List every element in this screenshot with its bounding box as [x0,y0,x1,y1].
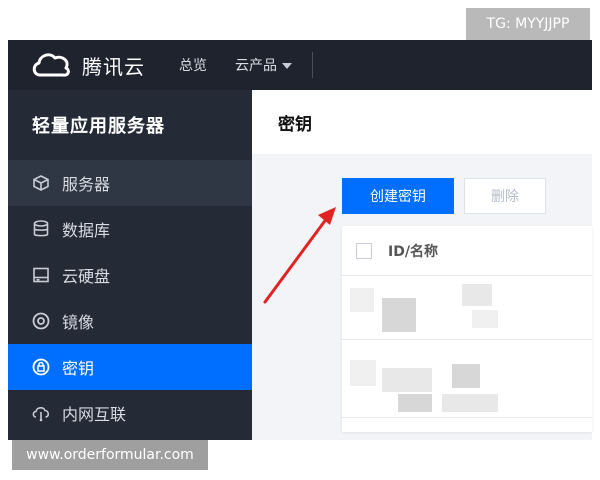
database-icon [32,220,50,238]
blurred-content [472,310,498,328]
watermark-bottom: www.orderformular.com [12,440,208,470]
cube-icon [32,174,50,192]
select-all-checkbox[interactable] [356,242,372,259]
nav-overview[interactable]: 总览 [179,55,207,75]
delete-button[interactable]: 删除 [464,178,546,214]
sidebar-item-label: 内网互联 [62,405,127,424]
table-row[interactable] [342,354,592,418]
top-navbar: 腾讯云 总览 云产品 [8,40,592,90]
nav-divider [312,52,313,78]
blurred-content [398,394,432,412]
sidebar-item-cloud-disk[interactable]: 云硬盘 [8,252,252,298]
sidebar-item-server[interactable]: 服务器 [8,160,252,206]
cloud-logo-icon [32,53,70,77]
blurred-content [382,298,416,332]
brand-logo[interactable]: 腾讯云 [30,50,145,80]
blurred-content [350,360,376,386]
network-icon [32,404,50,422]
blurred-content [382,368,432,392]
image-disc-icon [32,312,50,330]
caret-down-icon [282,63,292,69]
sidebar-item-label: 服务器 [62,175,111,194]
sidebar-item-keys[interactable]: 密钥 [8,344,252,390]
keys-table: ID/名称 [342,226,592,432]
screenshot-stage: 腾讯云 总览 云产品 轻量应用服务器 服务器 数据库 云硬盘 镜像 密钥 内网互… [0,0,600,480]
blurred-content [462,284,492,306]
brand-name: 腾讯云 [82,54,145,79]
nav-cloud-products[interactable]: 云产品 [235,55,292,75]
sidebar-item-label: 镜像 [62,313,95,332]
create-key-button[interactable]: 创建密钥 [342,178,454,214]
blurred-content [442,394,498,412]
table-header: ID/名称 [342,226,592,276]
sidebar-item-image[interactable]: 镜像 [8,298,252,344]
sidebar-item-label: 数据库 [62,221,111,240]
page-title: 密钥 [252,90,592,154]
watermark-top: TG: MYYJJPP [466,8,590,40]
nav-cloud-products-label: 云产品 [235,58,277,74]
sidebar-item-label: 密钥 [62,359,95,378]
column-header-id-name: ID/名称 [388,243,438,260]
sidebar-item-intranet[interactable]: 内网互联 [8,390,252,436]
main-content: 密钥 创建密钥 删除 ID/名称 [252,90,592,440]
blurred-content [350,288,374,312]
table-row[interactable] [342,276,592,340]
sidebar: 轻量应用服务器 服务器 数据库 云硬盘 镜像 密钥 内网互联 [8,90,252,440]
disk-icon [32,266,50,284]
sidebar-item-label: 云硬盘 [62,267,111,286]
sidebar-item-database[interactable]: 数据库 [8,206,252,252]
key-lock-icon [32,358,50,376]
blurred-content [452,364,480,388]
sidebar-title: 轻量应用服务器 [32,116,165,137]
